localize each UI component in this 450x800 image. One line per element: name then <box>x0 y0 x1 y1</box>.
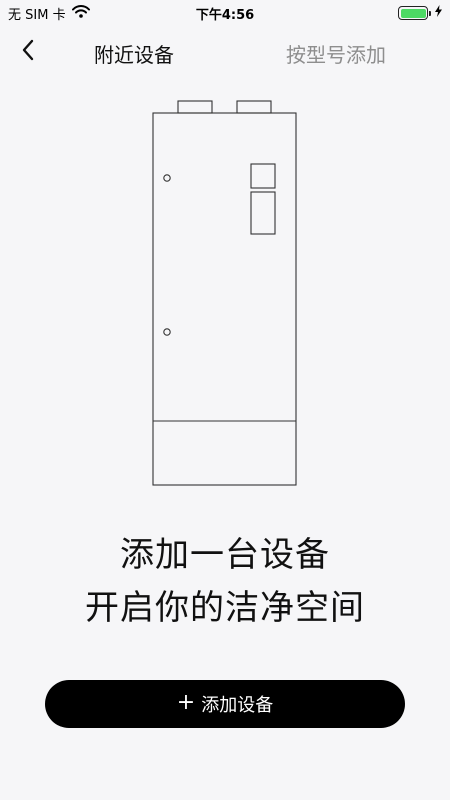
battery-icon <box>398 6 431 20</box>
headline-line-1: 添加一台设备 <box>120 535 330 575</box>
add-device-button[interactable]: + 添加设备 <box>45 680 405 728</box>
status-right <box>398 5 442 21</box>
screen: 无 SIM 卡 下午4:56 附近设备 按型号添加 添加一台设备 开启你的洁净空… <box>0 0 450 800</box>
battery-level <box>400 8 426 18</box>
add-by-model-button[interactable]: 按型号添加 <box>286 39 386 68</box>
chevron-left-icon <box>21 39 35 65</box>
charging-bolt-icon <box>435 5 442 21</box>
device-outline-illustration <box>140 95 310 495</box>
headline-line-2: 开启你的洁净空间 <box>85 588 365 628</box>
plus-icon: + <box>176 690 196 715</box>
add-device-label: 添加设备 <box>201 695 274 716</box>
back-button[interactable] <box>12 36 44 68</box>
status-time: 下午4:56 <box>195 8 255 23</box>
status-bar: 无 SIM 卡 下午4:56 <box>0 0 450 26</box>
page-title: 附近设备 <box>94 43 174 67</box>
nav-bar: 附近设备 按型号添加 <box>0 26 450 76</box>
